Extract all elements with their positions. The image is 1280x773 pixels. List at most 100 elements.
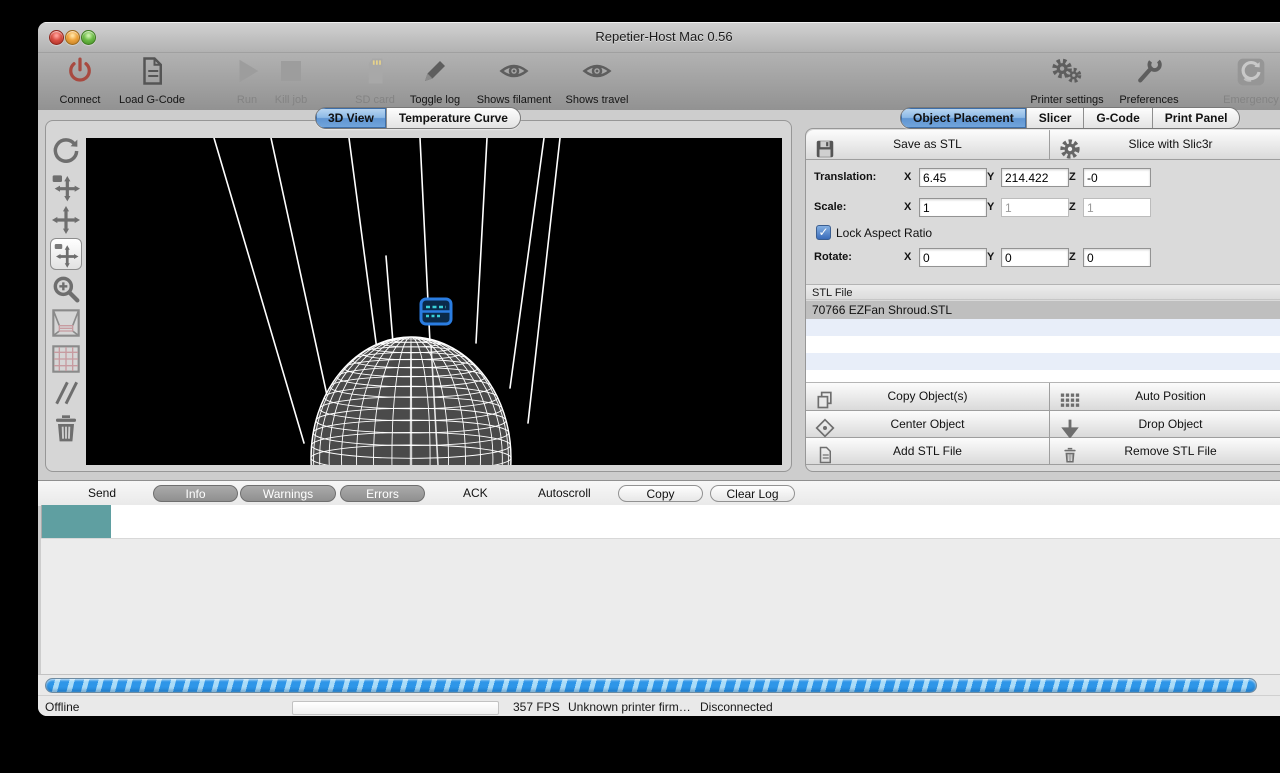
translation-label: Translation: [814, 171, 876, 183]
move-object-tool[interactable] [50, 238, 82, 270]
parallel-projection-tool[interactable] [50, 377, 82, 409]
scale-label: Scale: [814, 201, 846, 213]
shows-filament-button[interactable]: Shows filament [466, 56, 562, 108]
send-input-highlight [42, 505, 111, 538]
copy-icon [815, 386, 835, 413]
app-window: Repetier-Host Mac 0.56 Connect Load G-Co… [38, 22, 1280, 716]
translation-y-input[interactable] [1001, 168, 1069, 187]
log-output-area[interactable] [41, 538, 1280, 675]
trash-icon [1061, 441, 1079, 467]
autoscroll-toggle[interactable]: Autoscroll [538, 486, 591, 500]
save-as-stl-button[interactable]: Save as STL [806, 130, 1050, 160]
info-filter-toggle[interactable]: Info [153, 485, 238, 502]
window-title: Repetier-Host Mac 0.56 [38, 29, 1280, 44]
rotate-x-input[interactable] [919, 248, 987, 267]
top-view-tool[interactable] [50, 343, 82, 375]
remove-stl-file-button[interactable]: Remove STL File [1050, 438, 1280, 465]
zoom-tool[interactable] [50, 273, 82, 305]
translation-z-input[interactable] [1083, 168, 1151, 187]
send-command-input[interactable] [41, 505, 1280, 538]
stl-list-empty-row[interactable] [806, 353, 1280, 370]
titlebar-highlight [38, 22, 1280, 23]
down-arrow-icon [1061, 414, 1079, 440]
tab-temperature-curve[interactable]: Temperature Curve [386, 108, 520, 128]
grid-dots-icon [1060, 387, 1080, 414]
axis-y-label: Y [987, 201, 994, 213]
floppy-icon [814, 134, 836, 163]
rotate-view-tool[interactable] [50, 135, 82, 167]
stl-list-empty-row[interactable] [806, 370, 1280, 383]
move-viewpoint-tool[interactable] [50, 204, 82, 236]
ack-toggle[interactable]: ACK [463, 486, 488, 500]
copy-log-button[interactable]: Copy [618, 485, 703, 502]
preferences-button[interactable]: Emergency Preferences [1101, 56, 1197, 108]
bottom-bar: Offline 357 FPS Unknown printer firm… Di… [38, 674, 1280, 716]
axis-y-label: Y [987, 251, 994, 263]
axis-x-label: X [904, 251, 911, 263]
lock-aspect-ratio-label: Lock Aspect Ratio [836, 226, 932, 240]
load-gcode-button[interactable]: Load G-Code [104, 56, 200, 108]
shows-travel-button[interactable]: Shows travel [549, 56, 645, 108]
copy-objects-button[interactable]: Copy Object(s) [806, 383, 1050, 411]
auto-position-button[interactable]: Auto Position [1050, 383, 1280, 411]
rotate-y-input[interactable] [1001, 248, 1069, 267]
lock-aspect-ratio-checkbox[interactable]: ✓ [816, 225, 831, 240]
axis-z-label: Z [1069, 171, 1076, 183]
printer-state: Disconnected [700, 700, 773, 714]
perspective-view-tool[interactable] [50, 307, 82, 339]
center-object-button[interactable]: Center Object [806, 411, 1050, 438]
tab-print-panel[interactable]: Print Panel [1152, 108, 1240, 128]
tab-slicer[interactable]: Slicer [1026, 108, 1084, 128]
view-panel [45, 120, 792, 472]
object-placement-panel: Save as STL Slice with Slic3r Translatio… [805, 128, 1280, 472]
3d-viewport[interactable] [86, 138, 782, 465]
scale-x-input[interactable] [919, 198, 987, 217]
scale-y-input[interactable] [1001, 198, 1069, 217]
emergency-stop-button[interactable]: Emergency [1203, 56, 1280, 108]
rotate-z-input[interactable] [1083, 248, 1151, 267]
axis-y-label: Y [987, 171, 994, 183]
add-stl-file-button[interactable]: Add STL File [806, 438, 1050, 465]
delete-object-tool[interactable] [50, 412, 82, 444]
emergency-icon [1203, 56, 1280, 90]
send-button[interactable]: Send [88, 486, 116, 500]
job-progress-bar [292, 701, 499, 715]
stop-icon [243, 56, 339, 90]
gear-icon [1059, 134, 1081, 163]
fps-counter: 357 FPS [513, 700, 560, 714]
axis-x-label: X [904, 201, 911, 213]
connection-status: Offline [45, 700, 79, 714]
errors-filter-toggle[interactable]: Errors [340, 485, 425, 502]
tab-object-placement[interactable]: Object Placement [901, 108, 1026, 128]
document-icon [816, 441, 834, 467]
firmware-status: Unknown printer firm… [568, 700, 691, 714]
warnings-filter-toggle[interactable]: Warnings [240, 485, 336, 502]
stl-list-header: STL File [806, 284, 1280, 300]
slice-with-slic3r-button[interactable]: Slice with Slic3r [1050, 130, 1280, 160]
status-bar: Offline 357 FPS Unknown printer firm… Di… [38, 695, 1280, 716]
eye-icon [466, 56, 562, 90]
center-icon [815, 414, 835, 440]
wrench-icon [1101, 56, 1197, 90]
scale-z-input[interactable] [1083, 198, 1151, 217]
move-view-tool[interactable] [50, 170, 82, 202]
view-tab-bar: 3D View Temperature Curve [315, 107, 521, 129]
translation-x-input[interactable] [919, 168, 987, 187]
clear-log-button[interactable]: Clear Log [710, 485, 795, 502]
main-toolbar: Connect Load G-Code Run Kill job SD card [38, 53, 1280, 111]
stl-list-item[interactable]: 70766 EZFan Shroud.STL [806, 301, 1280, 319]
kill-job-button[interactable]: Kill job [243, 56, 339, 108]
rotate-label: Rotate: [814, 251, 852, 263]
log-toolbar: Send Info Warnings Errors ACK Autoscroll… [38, 480, 1280, 506]
indeterminate-progress-bar [45, 678, 1257, 693]
tab-gcode[interactable]: G-Code [1083, 108, 1151, 128]
drop-object-button[interactable]: Drop Object [1050, 411, 1280, 438]
stl-object-marker[interactable] [421, 299, 451, 324]
axis-z-label: Z [1069, 251, 1076, 263]
tab-3d-view[interactable]: 3D View [316, 108, 386, 128]
stl-list-empty-row[interactable] [806, 336, 1280, 353]
document-icon [104, 56, 200, 90]
right-tab-bar: Object Placement Slicer G-Code Print Pan… [900, 107, 1240, 129]
title-bar[interactable]: Repetier-Host Mac 0.56 [38, 22, 1280, 53]
stl-list-empty-row[interactable] [806, 319, 1280, 336]
